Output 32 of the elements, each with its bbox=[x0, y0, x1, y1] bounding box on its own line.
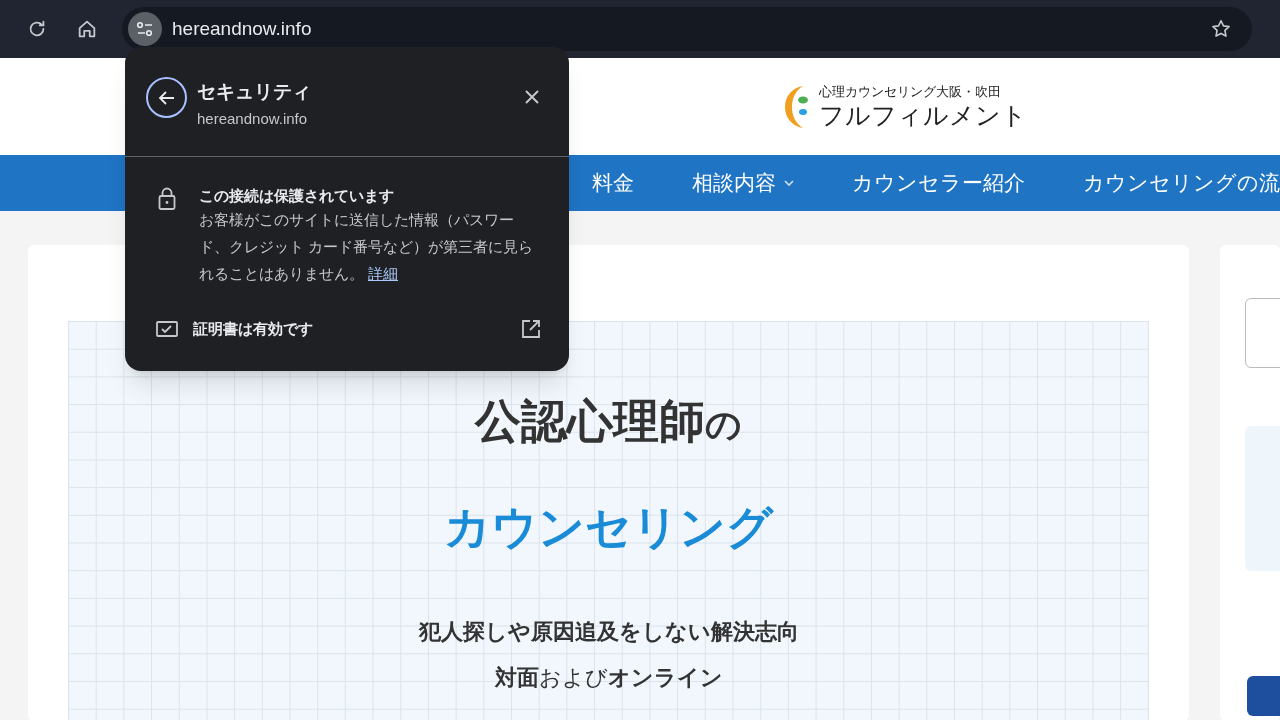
home-icon[interactable] bbox=[76, 18, 98, 40]
hero-subtitle: カウンセリング bbox=[444, 500, 773, 555]
popup-subtitle: hereandnow.info bbox=[197, 109, 309, 129]
nav-link[interactable]: 料金 bbox=[592, 167, 634, 199]
popup-title: セキュリティ bbox=[197, 80, 311, 104]
banner-block bbox=[1247, 676, 1280, 716]
nav-link[interactable]: カウンセラー紹介 bbox=[852, 167, 1025, 199]
security-description: お客様がこのサイトに送信した情報（パスワード、クレジット カード番号など）が第三者に見られることはありません。 詳細 bbox=[199, 211, 535, 284]
hero-tagline: 対面およびオンライン bbox=[494, 664, 723, 692]
url-text: hereandnow.info bbox=[172, 16, 312, 41]
search-field[interactable] bbox=[1245, 298, 1280, 368]
certificate-check-icon bbox=[156, 321, 178, 338]
details-link[interactable]: 詳細 bbox=[368, 266, 399, 282]
nav-link[interactable]: カウンセリングの流 bbox=[1083, 167, 1280, 199]
hero-title: 公認心理師の bbox=[475, 394, 742, 449]
external-link-icon bbox=[521, 319, 541, 340]
site-info-button[interactable] bbox=[128, 12, 162, 46]
certificate-label: 証明書は有効です bbox=[193, 319, 313, 339]
chevron-down-icon bbox=[784, 179, 794, 187]
nav-link[interactable]: 相談内容 bbox=[692, 167, 794, 199]
logo-tagline: 心理カウンセリング大阪・吹田 bbox=[819, 83, 1002, 100]
connection-status-heading: この接続は保護されています bbox=[199, 186, 395, 206]
back-button[interactable] bbox=[146, 77, 187, 118]
logo-wordmark: フルフィルメント bbox=[819, 99, 1027, 130]
bookmark-star-icon[interactable] bbox=[1210, 18, 1232, 40]
back-arrow-icon bbox=[157, 89, 176, 106]
close-icon[interactable] bbox=[525, 90, 539, 104]
lock-icon bbox=[158, 187, 176, 211]
hero-tagline: 犯人探しや原因追及をしない解決志向 bbox=[418, 618, 799, 646]
address-bar[interactable]: hereandnow.info bbox=[122, 7, 1252, 51]
tune-icon bbox=[136, 21, 154, 37]
certificate-row[interactable]: 証明書は有効です bbox=[125, 318, 569, 341]
